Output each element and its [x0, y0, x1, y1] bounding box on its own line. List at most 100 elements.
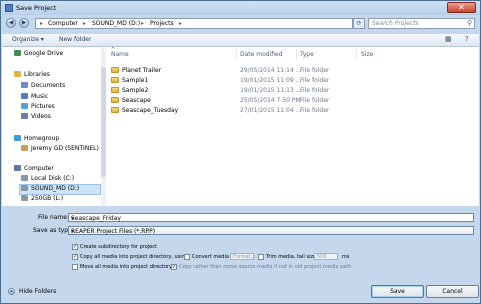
file-date: 19/01/2015 11:09 ...: [240, 77, 302, 84]
nav-item-label: Homegroup: [24, 135, 60, 142]
app-icon: [5, 4, 13, 12]
column-header-date[interactable]: Date modified: [240, 51, 283, 58]
breadcrumb-separator: ▸: [179, 20, 183, 27]
file-name: Sample1: [122, 77, 149, 84]
nav-item-homegroup[interactable]: Homegroup: [14, 135, 59, 144]
nav-item-pictures[interactable]: Pictures: [21, 103, 55, 112]
nav-item-label: Google Drive: [24, 50, 64, 57]
format-button[interactable]: Format...: [230, 253, 256, 260]
file-name: Seascape: [122, 97, 151, 104]
column-header-type[interactable]: Type: [300, 51, 314, 58]
nav-item-videos[interactable]: Videos: [21, 113, 51, 122]
breadcrumb-computer[interactable]: Computer: [48, 20, 78, 27]
organize-menu[interactable]: Organize ▾: [12, 36, 44, 43]
create-subdir-label: Create subdirectory for project: [80, 244, 157, 250]
drive-icon: [21, 175, 28, 181]
nav-item-jeremy-gd[interactable]: Jeremy GD (SENTINEL): [21, 145, 99, 154]
nav-item-libraries[interactable]: Libraries: [14, 71, 50, 80]
savetype-select[interactable]: REAPER Project Files (*.RPP) ▾: [68, 226, 474, 235]
view-options-icon[interactable]: ▦: [445, 35, 452, 43]
nav-item-label: 250GB (L:): [31, 195, 64, 202]
file-row[interactable]: Seascape_Tuesday 27/01/2015 11:04 ... File…: [106, 106, 479, 115]
nav-item-music[interactable]: Music: [21, 93, 48, 102]
user-icon: [21, 145, 28, 151]
filename-input[interactable]: Seascape_Friday ▾: [68, 213, 474, 222]
forward-button[interactable]: ▶: [19, 18, 29, 28]
file-name: Sample2: [122, 87, 149, 94]
copy-rather-checkbox[interactable]: ✓: [171, 264, 177, 270]
column-header-size[interactable]: Size: [361, 51, 373, 58]
nav-item-local-disk[interactable]: Local Disk (C:): [21, 175, 74, 184]
nav-item-label: Documents: [31, 82, 66, 89]
breadcrumb[interactable]: ▸ Computer ▸ SOUND_MD (D:) ▸ Projects ▸: [35, 18, 353, 29]
drive-icon: [21, 195, 28, 201]
file-name: Planet Trailer: [122, 67, 162, 74]
nav-item-sound-md[interactable]: SOUND_MD (D:): [19, 184, 101, 195]
file-row[interactable]: Sample1 19/01/2015 11:09 ... File folder: [106, 76, 479, 85]
hide-folders-link[interactable]: Hide Folders: [19, 288, 56, 295]
format-label: Format...: [233, 254, 256, 260]
drive-icon: [21, 185, 28, 191]
trim-media-checkbox[interactable]: [258, 254, 264, 260]
breadcrumb-drive[interactable]: SOUND_MD (D:): [92, 20, 140, 27]
file-type: File folder: [300, 107, 330, 114]
address-bar: ◀ ▶ ▸ Computer ▸ SOUND_MD (D:) ▸ Project…: [1, 15, 480, 32]
chevron-down-icon[interactable]: ▾: [71, 215, 472, 222]
file-date: 27/01/2015 11:04 ...: [240, 107, 302, 114]
tail-size-input[interactable]: 500: [314, 253, 338, 260]
save-options: File name: Seascape_Friday ▾ Save as type…: [2, 206, 479, 283]
column-divider[interactable]: [236, 49, 237, 59]
breadcrumb-separator: ▸: [141, 20, 145, 27]
column-header-name[interactable]: Name: [111, 51, 129, 58]
back-button[interactable]: ◀: [6, 18, 16, 28]
nav-item-label: Libraries: [24, 71, 50, 78]
file-row[interactable]: Seascape 25/05/2014 7:50 PM File folder: [106, 96, 479, 105]
column-divider[interactable]: [356, 49, 357, 59]
file-type: File folder: [300, 67, 330, 74]
convert-media-checkbox[interactable]: [184, 254, 190, 260]
move-media-checkbox[interactable]: [72, 264, 78, 270]
nav-item-250gb[interactable]: 250GB (L:): [21, 195, 63, 204]
nav-item-documents[interactable]: Documents: [21, 82, 65, 91]
file-row[interactable]: Planet Trailer 29/05/2014 11:14 ... File f…: [106, 66, 479, 75]
chevron-up-icon[interactable]: ▴: [8, 288, 15, 295]
breadcrumb-projects[interactable]: Projects: [150, 20, 174, 27]
create-subdir-checkbox[interactable]: ✓: [72, 244, 78, 250]
copy-media-label: Copy all media into project directory, u…: [80, 254, 190, 260]
computer-icon: [14, 165, 21, 171]
column-divider[interactable]: [296, 49, 297, 59]
file-date: 25/05/2014 7:50 PM: [240, 97, 301, 104]
chevron-down-icon[interactable]: ▾: [71, 228, 472, 235]
copy-media-checkbox[interactable]: ✓: [72, 254, 78, 260]
nav-item-label: Local Disk (C:): [31, 175, 75, 182]
folder-icon: [111, 107, 119, 113]
file-date: 29/05/2014 11:14 ...: [240, 67, 302, 74]
search-input[interactable]: Search Projects ⚲: [368, 18, 475, 29]
nav-item-google-drive[interactable]: Google Drive: [14, 50, 63, 59]
nav-item-label: Computer: [24, 165, 54, 172]
nav-item-label: SOUND_MD (D:): [31, 185, 80, 192]
navigation-pane[interactable]: Google Drive Libraries Documents Music P…: [2, 47, 102, 206]
file-row[interactable]: Sample2 19/01/2015 11:13 ... File folder: [106, 86, 479, 95]
file-list[interactable]: ^ Name Date modified Type Size Planet Tr…: [106, 47, 479, 206]
file-type: File folder: [300, 77, 330, 84]
folder-icon: [111, 67, 119, 73]
breadcrumb-separator: ▸: [40, 20, 44, 27]
search-icon: ⚲: [466, 19, 472, 27]
tail-size-value: 500: [317, 254, 327, 260]
nav-item-label: Music: [31, 93, 49, 100]
folder-icon: [111, 77, 119, 83]
file-type: File folder: [300, 97, 330, 104]
help-icon[interactable]: ?: [465, 35, 469, 43]
file-date: 19/01/2015 11:13 ...: [240, 87, 302, 94]
folder-icon: [111, 87, 119, 93]
file-type: File folder: [300, 87, 330, 94]
refresh-button[interactable]: ⟳: [353, 18, 365, 29]
nav-item-label: Videos: [31, 113, 51, 120]
save-button[interactable]: Save: [371, 285, 424, 298]
nav-item-computer[interactable]: Computer: [14, 165, 54, 174]
videos-icon: [21, 113, 28, 119]
close-button[interactable]: ✕: [447, 2, 476, 13]
cancel-button[interactable]: Cancel: [426, 285, 479, 298]
new-folder-button[interactable]: New folder: [59, 36, 91, 43]
